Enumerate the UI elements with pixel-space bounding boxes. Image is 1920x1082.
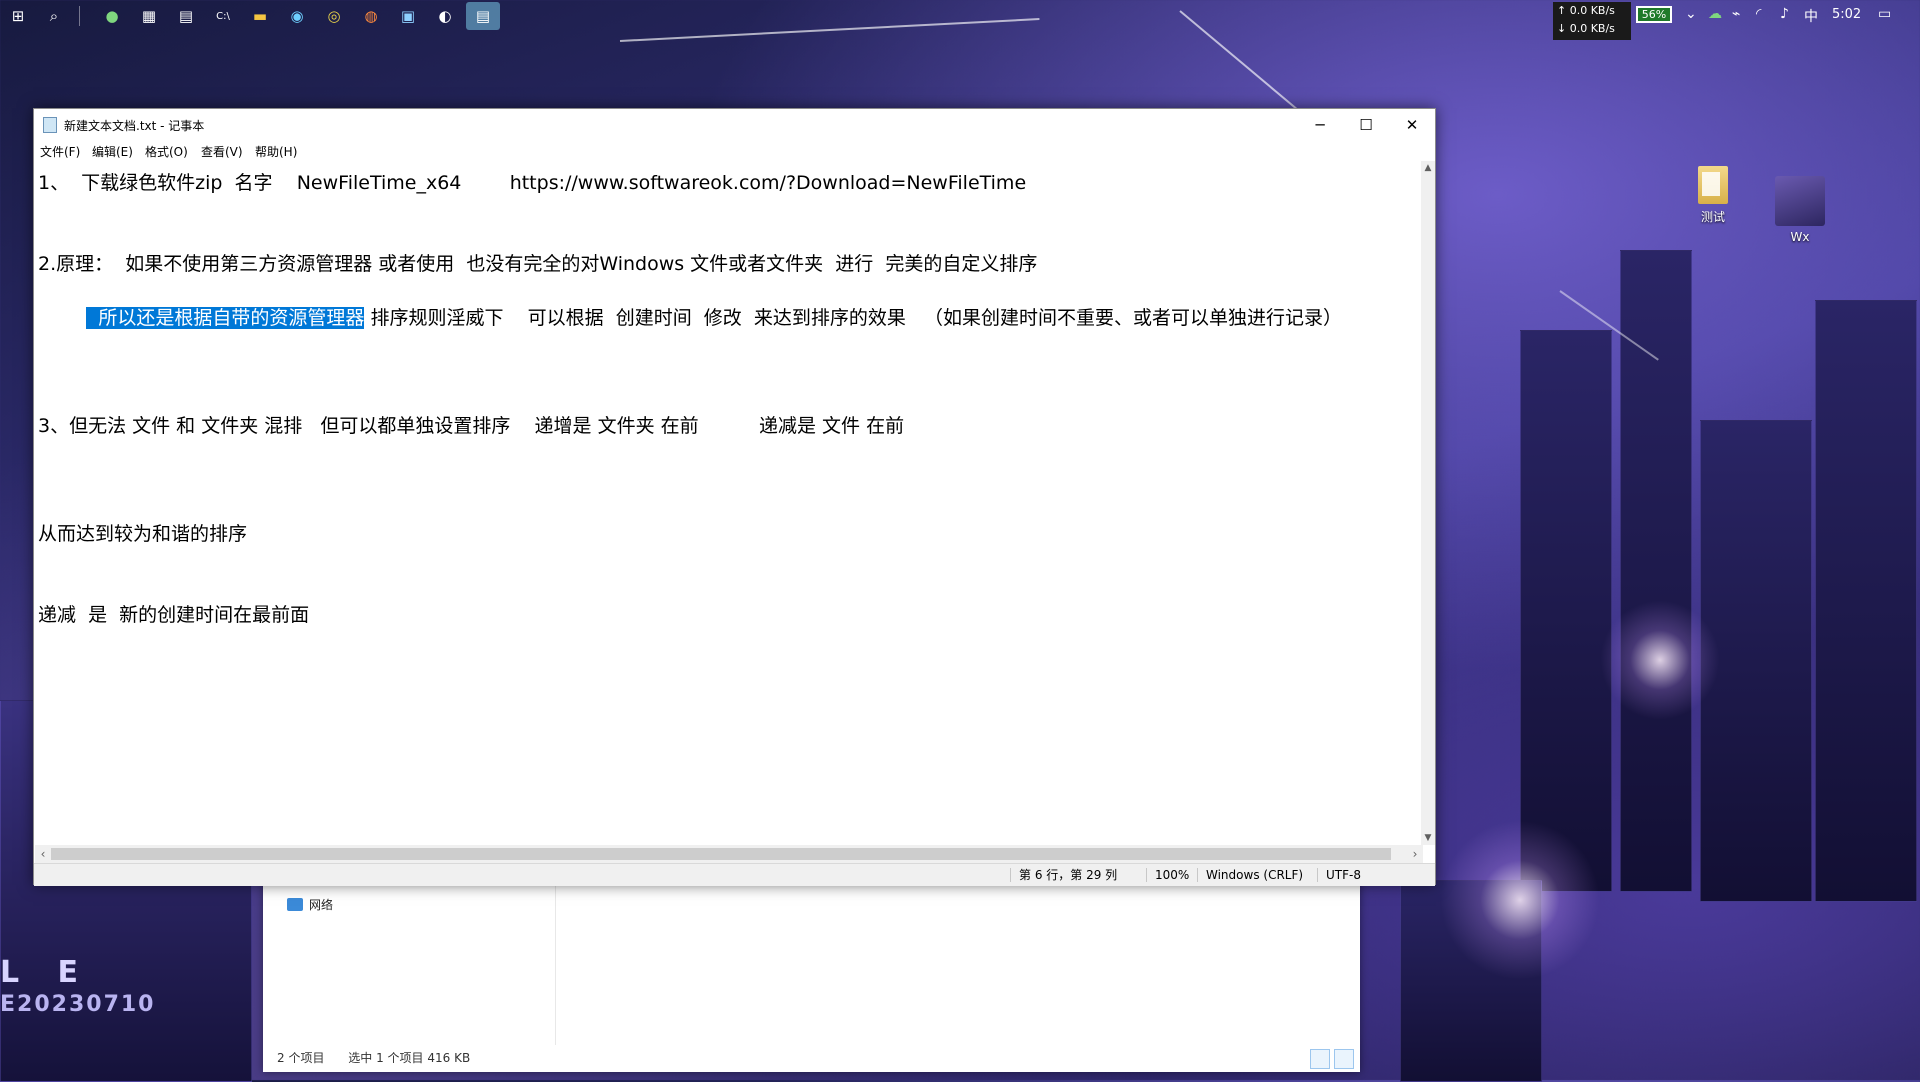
menu-bar: 文件(F) 编辑(E) 格式(O) 查看(V) 帮助(H): [34, 140, 1435, 160]
text-line-3: 所以还是根据自带的资源管理器 排序规则淫威下 可以根据 创建时间 修改 来达到排…: [38, 305, 1342, 331]
scroll-up-icon[interactable]: ▲: [1421, 161, 1435, 175]
network-icon: [287, 898, 303, 911]
network-speed-widget: ↑ 0.0 KB/s ↓ 0.0 KB/s: [1553, 2, 1631, 40]
wifi-icon[interactable]: ◜: [1756, 6, 1761, 22]
cursor-position: 第 6 行，第 29 列: [1010, 868, 1117, 882]
chrome-icon[interactable]: ◎: [323, 5, 345, 27]
avatar-icon: [1775, 176, 1825, 226]
window-title: 新建文本文档.txt - 记事本: [64, 119, 205, 133]
text-line-5: 从而达到较为和谐的排序: [38, 523, 248, 545]
menu-file[interactable]: 文件(F): [40, 143, 80, 160]
wallpaper-glow: [1600, 600, 1720, 720]
wallpaper-building: [1520, 330, 1612, 892]
download-speed: ↓ 0.0 KB/s: [1557, 22, 1615, 35]
firefox-icon[interactable]: ◍: [360, 5, 382, 27]
encoding: UTF-8: [1317, 868, 1361, 882]
nav-item-network[interactable]: 网络: [287, 896, 333, 913]
desktop-icon-test-folder[interactable]: 测试: [1683, 166, 1743, 225]
cloud-icon[interactable]: ☁: [1708, 6, 1722, 22]
chevron-down-icon[interactable]: ⌄: [1685, 6, 1697, 22]
volume-icon[interactable]: ♪: [1780, 6, 1789, 22]
minimize-button[interactable]: ─: [1297, 109, 1343, 140]
notification-icon[interactable]: ▭: [1878, 6, 1891, 22]
media-icon[interactable]: ◐: [434, 5, 456, 27]
text-line-3-rest: 排序规则淫威下 可以根据 创建时间 修改 来达到排序的效果 （如果创建时间不重要…: [364, 307, 1342, 329]
menu-view[interactable]: 查看(V): [201, 143, 243, 160]
scrollbar-thumb[interactable]: [51, 848, 1391, 860]
wallpaper-glow: [1440, 820, 1600, 980]
terminal-icon[interactable]: C:\: [212, 5, 234, 27]
text-line-1: 1、 下载绿色软件zip 名字 NewFileTime_x64 https://…: [38, 172, 1027, 194]
scroll-right-icon[interactable]: ›: [1407, 845, 1423, 863]
status-bar: 第 6 行，第 29 列 100% Windows (CRLF) UTF-8: [34, 863, 1435, 886]
taskbar: ⊞ ⌕ ● ▦ ▤ C:\ ▬ ◉ ◎ ◍ ▣ ◐ ▤ ↑ 0.0 KB/s ↓…: [0, 0, 1920, 40]
item-count: 2 个项目: [277, 1051, 325, 1065]
folder-icon: [1698, 166, 1728, 204]
close-button[interactable]: ✕: [1389, 109, 1435, 140]
selected-text: 所以还是根据自带的资源管理器: [86, 307, 365, 329]
text-editor[interactable]: 1、 下载绿色软件zip 名字 NewFileTime_x64 https://…: [35, 161, 1423, 845]
horizontal-scrollbar[interactable]: ‹ ›: [35, 845, 1423, 863]
text-indent: [38, 307, 86, 329]
clock[interactable]: 5:02: [1832, 7, 1861, 22]
menu-edit[interactable]: 编辑(E): [92, 143, 133, 160]
search-icon[interactable]: ⌕: [43, 5, 65, 27]
wallpaper-building: [1815, 300, 1917, 902]
taskbar-divider: [79, 6, 80, 26]
app-icon[interactable]: ▣: [397, 5, 419, 27]
file-explorer-window: 网络 2 个项目 选中 1 个项目 416 KB: [263, 880, 1360, 1072]
maximize-button[interactable]: ☐: [1343, 109, 1389, 140]
windows-start-icon[interactable]: ⊞: [7, 5, 29, 27]
upload-speed: ↑ 0.0 KB/s: [1557, 4, 1615, 17]
calculator-icon[interactable]: ▦: [138, 5, 160, 27]
wallpaper-building: [1620, 250, 1692, 892]
line-ending: Windows (CRLF): [1197, 868, 1303, 882]
title-bar[interactable]: 新建文本文档.txt - 记事本 ─ ☐ ✕: [34, 109, 1435, 140]
nav-item-label: 网络: [309, 898, 334, 912]
file-explorer-icon[interactable]: ▬: [249, 5, 271, 27]
notepad-icon: [43, 117, 57, 133]
wallpaper-text: E20230710: [0, 992, 156, 1017]
notepad-icon[interactable]: ▤: [466, 2, 500, 30]
power-icon[interactable]: ⌁: [1732, 6, 1740, 22]
desktop-icon-label: 测试: [1700, 210, 1725, 224]
menu-format[interactable]: 格式(O): [145, 143, 188, 160]
pane-divider: [555, 880, 556, 1045]
menu-help[interactable]: 帮助(H): [255, 143, 297, 160]
view-switcher: [1310, 1049, 1354, 1069]
scroll-left-icon[interactable]: ‹: [35, 845, 51, 863]
qq-icon[interactable]: ◉: [286, 5, 308, 27]
wallpaper-text: L E: [0, 955, 93, 990]
details-view-button[interactable]: [1310, 1049, 1330, 1069]
notepad-window: 新建文本文档.txt - 记事本 ─ ☐ ✕ 文件(F) 编辑(E) 格式(O)…: [33, 108, 1436, 886]
text-line-2: 2.原理： 如果不使用第三方资源管理器 或者使用 也没有完全的对Windows …: [38, 253, 1038, 275]
ime-indicator[interactable]: 中: [1804, 6, 1818, 26]
photos-icon[interactable]: ▤: [175, 5, 197, 27]
zoom-level: 100%: [1146, 868, 1189, 882]
selection-info: 选中 1 个项目 416 KB: [348, 1051, 471, 1065]
scroll-down-icon[interactable]: ▼: [1421, 831, 1435, 845]
explorer-status-bar: 2 个项目 选中 1 个项目 416 KB: [277, 1049, 490, 1066]
desktop-icon-label: Wx: [1790, 230, 1810, 244]
large-icons-view-button[interactable]: [1334, 1049, 1354, 1069]
text-line-4: 3、但无法 文件 和 文件夹 混排 但可以都单独设置排序 递增是 文件夹 在前 …: [38, 415, 905, 437]
vertical-scrollbar[interactable]: ▲ ▼: [1421, 161, 1435, 845]
text-line-6: 递减 是 新的创建时间在最前面: [38, 604, 310, 626]
battery-indicator[interactable]: 56%: [1636, 6, 1672, 23]
wechat-icon[interactable]: ●: [101, 5, 123, 27]
desktop-icon-wx[interactable]: Wx: [1770, 176, 1830, 244]
